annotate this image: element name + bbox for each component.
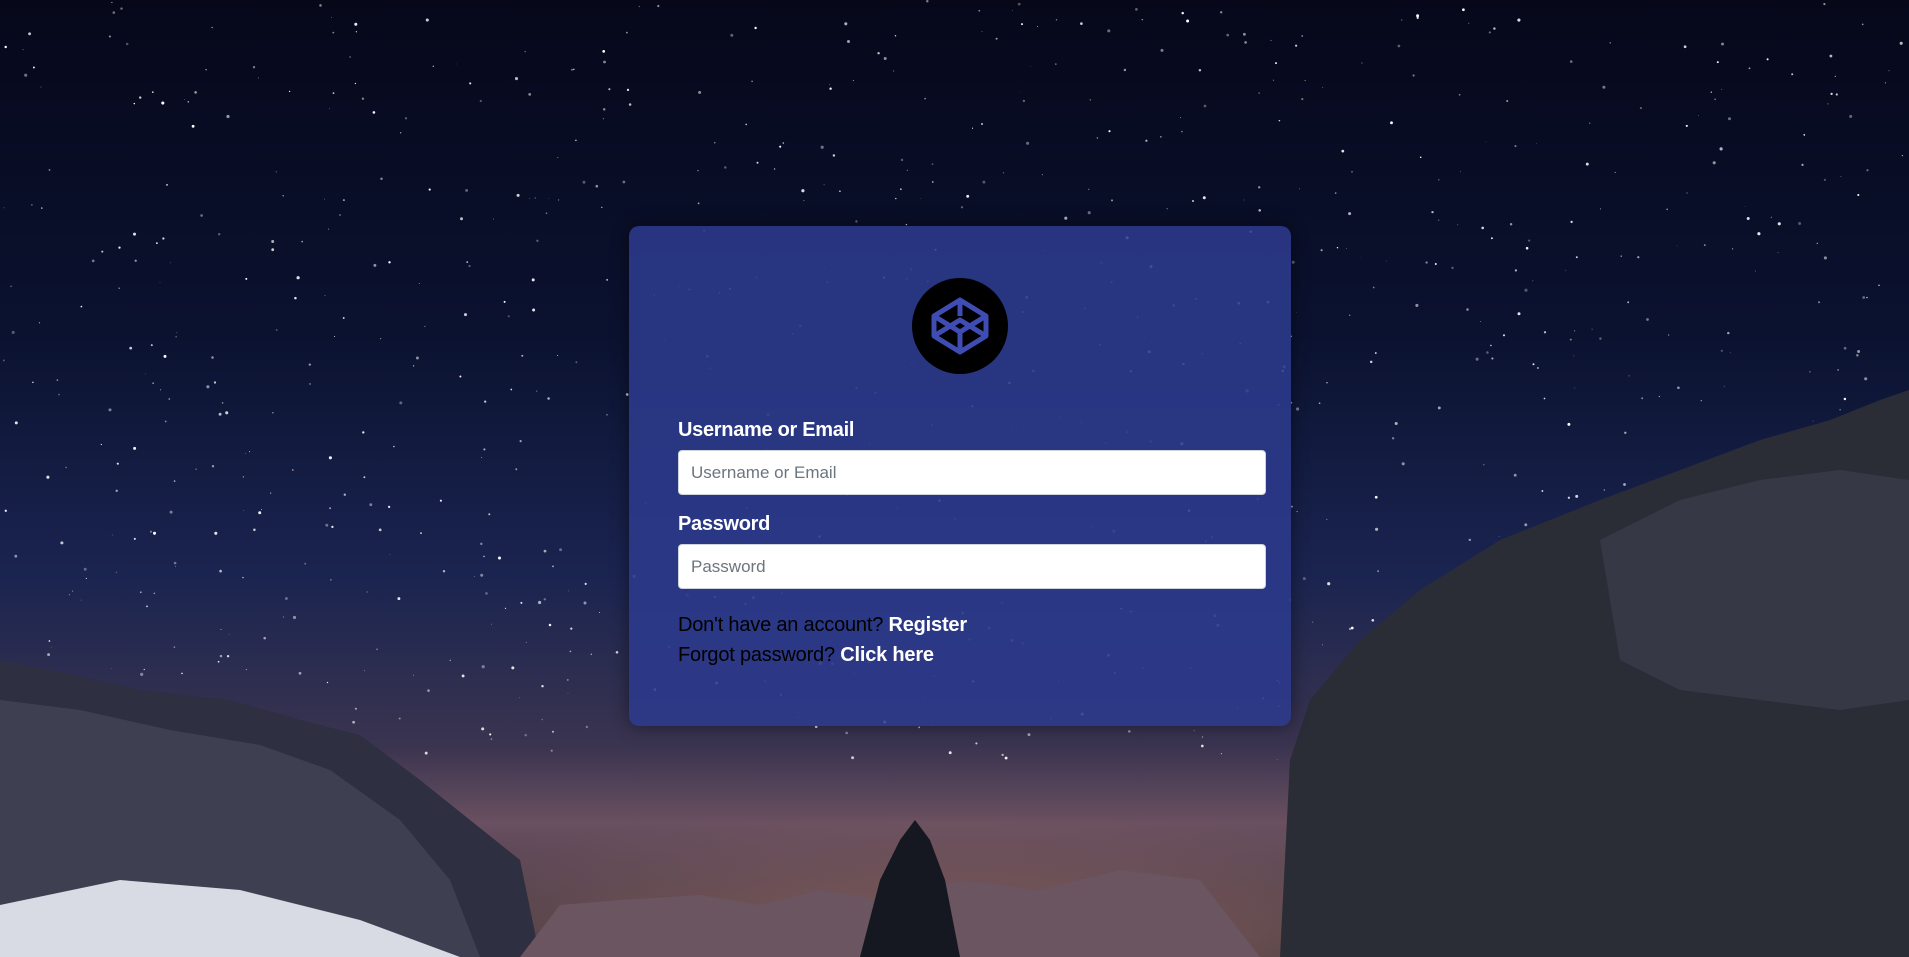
- forgot-prompt: Forgot password?: [678, 644, 835, 666]
- password-label: Password: [678, 513, 771, 535]
- login-card: Username or Email Password Don't have an…: [629, 226, 1291, 726]
- forgot-password-line: Forgot password? Click here: [678, 644, 934, 667]
- register-prompt: Don't have an account?: [678, 614, 884, 636]
- register-line: Don't have an account? Register: [678, 614, 967, 637]
- username-label: Username or Email: [678, 419, 855, 441]
- codepen-icon: [931, 297, 989, 355]
- logo: [912, 278, 1008, 374]
- forgot-password-link[interactable]: Click here: [840, 644, 934, 666]
- register-link[interactable]: Register: [888, 614, 967, 636]
- username-input[interactable]: [678, 450, 1266, 495]
- password-input[interactable]: [678, 544, 1266, 589]
